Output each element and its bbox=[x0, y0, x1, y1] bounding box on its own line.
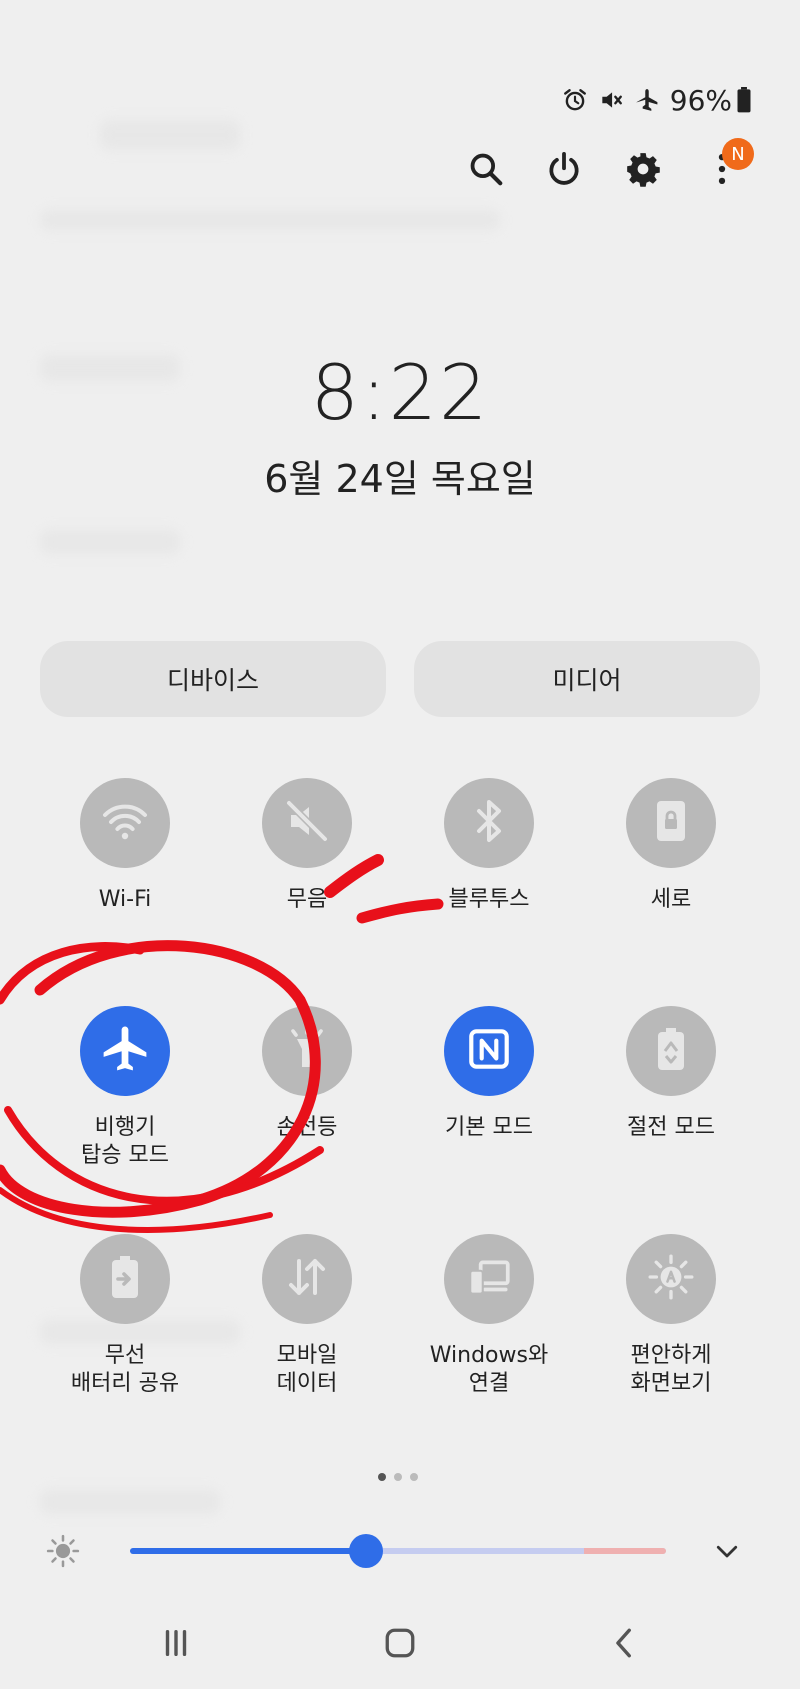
tile-flashlight[interactable]: 손전등 bbox=[217, 1006, 397, 1142]
search-icon bbox=[467, 150, 505, 192]
background-blur bbox=[40, 530, 180, 554]
recent-apps-icon bbox=[159, 1626, 193, 1664]
tile-power-saving[interactable]: 절전 모드 bbox=[581, 1006, 761, 1142]
tile-eye-comfort[interactable]: 편안하게 화면보기 bbox=[581, 1234, 761, 1398]
more-options-button[interactable]: N bbox=[696, 138, 754, 196]
tile-eye-comfort-toggle[interactable] bbox=[626, 1234, 716, 1324]
tile-nfc-toggle[interactable] bbox=[444, 1006, 534, 1096]
media-button-label: 미디어 bbox=[552, 666, 622, 695]
wifi-icon bbox=[101, 797, 149, 849]
alarm-icon bbox=[562, 87, 588, 113]
annotation-circle bbox=[0, 942, 145, 1005]
tile-link-to-windows[interactable]: Windows와 연결 bbox=[399, 1234, 579, 1398]
navigation-bar bbox=[0, 1620, 800, 1670]
device-button[interactable]: 디바이스 bbox=[40, 641, 386, 717]
tile-link-to-windows-label: Windows와 연결 bbox=[429, 1343, 549, 1396]
tile-bluetooth-label: 블루투스 bbox=[448, 887, 530, 912]
page-indicator bbox=[378, 1473, 418, 1481]
tile-mute-toggle[interactable] bbox=[262, 778, 352, 868]
status-bar: 96% bbox=[562, 80, 752, 120]
tile-bluetooth-toggle[interactable] bbox=[444, 778, 534, 868]
tile-wireless-battery-share[interactable]: 무선 배터리 공유 bbox=[35, 1234, 215, 1398]
nfc-icon bbox=[464, 1024, 514, 1078]
brightness-warm-range bbox=[584, 1548, 666, 1554]
back-button[interactable] bbox=[595, 1620, 655, 1670]
quick-panel-actions: N bbox=[460, 138, 760, 196]
background-blur bbox=[100, 120, 240, 150]
chevron-down-icon[interactable] bbox=[712, 1536, 742, 1570]
tile-wireless-battery-share-toggle[interactable] bbox=[80, 1234, 170, 1324]
tile-power-saving-label: 절전 모드 bbox=[627, 1115, 715, 1140]
device-button-label: 디바이스 bbox=[166, 666, 259, 695]
brightness-slider[interactable] bbox=[130, 1534, 666, 1568]
tile-link-to-windows-toggle[interactable] bbox=[444, 1234, 534, 1324]
page-dot bbox=[378, 1473, 386, 1481]
recent-apps-button[interactable] bbox=[146, 1620, 206, 1670]
tile-nfc-label: 기본 모드 bbox=[445, 1115, 533, 1140]
mute-icon bbox=[283, 797, 331, 849]
battery-status: 96% bbox=[670, 84, 752, 117]
tile-airplane-mode-label: 비행기 탑승 모드 bbox=[81, 1115, 169, 1168]
tile-mobile-data-label: 모바일 데이터 bbox=[276, 1343, 338, 1396]
tile-nfc[interactable]: 기본 모드 bbox=[399, 1006, 579, 1142]
media-button[interactable]: 미디어 bbox=[414, 641, 760, 717]
airplane-icon bbox=[98, 1022, 152, 1080]
tile-airplane-mode-toggle[interactable] bbox=[80, 1006, 170, 1096]
power-icon bbox=[545, 150, 583, 192]
clock-time: 8:22 bbox=[310, 348, 490, 437]
tile-eye-comfort-label: 편안하게 화면보기 bbox=[630, 1343, 712, 1396]
tile-flashlight-toggle[interactable] bbox=[262, 1006, 352, 1096]
tile-mute-label: 무음 bbox=[286, 887, 328, 912]
flashlight-icon bbox=[283, 1025, 331, 1077]
home-icon bbox=[382, 1625, 418, 1665]
tile-portrait-toggle[interactable] bbox=[626, 778, 716, 868]
gear-icon bbox=[624, 150, 662, 192]
tile-mobile-data[interactable]: 모바일 데이터 bbox=[217, 1234, 397, 1398]
clock-date: 6월 24일 목요일 bbox=[264, 457, 536, 501]
tile-flashlight-label: 손전등 bbox=[276, 1115, 338, 1140]
back-icon bbox=[608, 1626, 642, 1664]
tile-airplane-mode[interactable]: 비행기 탑승 모드 bbox=[35, 1006, 215, 1170]
tile-power-saving-toggle[interactable] bbox=[626, 1006, 716, 1096]
tile-portrait[interactable]: 세로 bbox=[581, 778, 761, 914]
tile-wifi[interactable]: Wi-Fi bbox=[35, 778, 215, 914]
power-button[interactable] bbox=[538, 146, 590, 196]
page-dot bbox=[394, 1473, 402, 1481]
home-button[interactable] bbox=[370, 1620, 430, 1670]
brightness-slider-fill bbox=[130, 1548, 366, 1554]
airplane-icon bbox=[634, 87, 660, 113]
page-dot bbox=[410, 1473, 418, 1481]
eye-comfort-icon bbox=[646, 1252, 696, 1306]
mute-icon bbox=[598, 87, 624, 113]
mobile-data-icon bbox=[283, 1253, 331, 1305]
search-button[interactable] bbox=[460, 146, 512, 196]
settings-button[interactable] bbox=[617, 146, 669, 196]
background-blur bbox=[40, 210, 500, 230]
battery-percent: 96% bbox=[669, 83, 732, 117]
wireless-battery-share-icon bbox=[101, 1253, 149, 1305]
annotation-circle bbox=[0, 1187, 273, 1233]
background-blur bbox=[40, 1490, 220, 1514]
link-to-windows-icon bbox=[464, 1252, 514, 1306]
battery-icon bbox=[736, 87, 752, 113]
bluetooth-icon bbox=[465, 797, 513, 849]
brightness-slider-thumb[interactable] bbox=[348, 1534, 383, 1568]
brightness-icon bbox=[46, 1534, 80, 1572]
notification-badge: N bbox=[722, 138, 754, 170]
tile-wireless-battery-share-label: 무선 배터리 공유 bbox=[70, 1343, 180, 1396]
brightness-control bbox=[0, 1530, 800, 1570]
power-saving-icon bbox=[647, 1025, 695, 1077]
tile-wifi-label: Wi-Fi bbox=[98, 887, 152, 912]
tile-bluetooth[interactable]: 블루투스 bbox=[399, 778, 579, 914]
tile-wifi-toggle[interactable] bbox=[80, 778, 170, 868]
portrait-lock-icon bbox=[647, 797, 695, 849]
tile-portrait-label: 세로 bbox=[650, 887, 692, 912]
tile-mobile-data-toggle[interactable] bbox=[262, 1234, 352, 1324]
tile-mute[interactable]: 무음 bbox=[217, 778, 397, 914]
